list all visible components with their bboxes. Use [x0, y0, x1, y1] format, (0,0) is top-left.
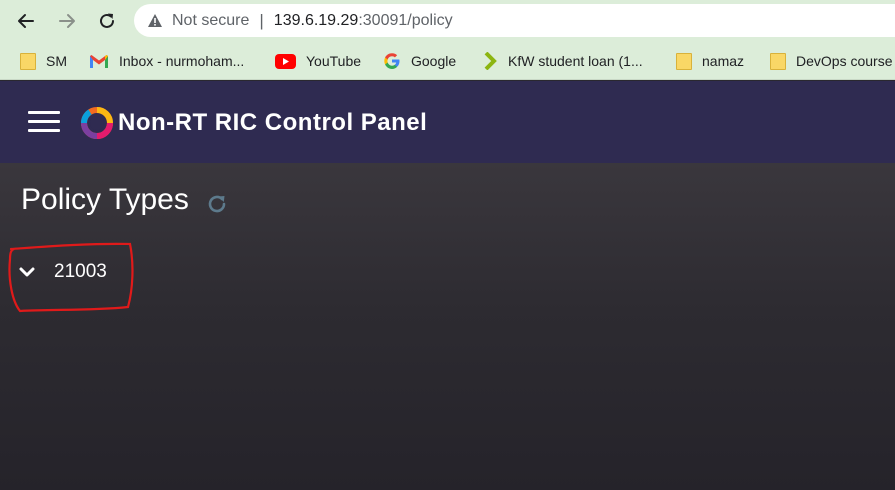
menu-bar-line	[28, 111, 60, 114]
policy-type-id: 21003	[54, 261, 107, 282]
browser-toolbar: Not secure | 139.6.19.29:30091/policy	[0, 0, 895, 42]
app-title: Non-RT RIC Control Panel	[118, 109, 428, 136]
warning-icon[interactable]	[147, 13, 163, 28]
reload-button[interactable]	[93, 7, 121, 35]
arrow-right-icon	[59, 14, 75, 28]
folder-icon	[770, 52, 786, 70]
bookmark-sm[interactable]: SM	[20, 42, 67, 80]
app-header: Non-RT RIC Control Panel	[0, 81, 895, 163]
menu-bar-line	[28, 120, 60, 123]
bookmark-namaz[interactable]: namaz	[676, 42, 744, 80]
policy-type-row[interactable]: 21003	[14, 255, 134, 289]
refresh-icon	[208, 195, 226, 213]
url-host: 139.6.19.29	[273, 11, 359, 29]
gmail-icon	[89, 54, 109, 69]
app-logo-icon	[80, 107, 113, 139]
bookmark-label: DevOps course	[796, 53, 893, 69]
refresh-button[interactable]	[205, 192, 229, 216]
address-separator: |	[259, 10, 264, 30]
bookmark-label: namaz	[702, 53, 745, 69]
bookmark-inbox[interactable]: Inbox - nurmoham...	[89, 42, 244, 80]
bookmark-label: Inbox - nurmoham...	[119, 53, 245, 69]
menu-button[interactable]	[28, 111, 60, 133]
bookmark-label: YouTube	[306, 53, 362, 69]
google-icon	[383, 52, 401, 70]
youtube-icon	[275, 53, 296, 69]
chevron-down-icon[interactable]	[14, 262, 40, 282]
bookmark-label: Google	[411, 53, 457, 69]
reload-icon	[100, 13, 114, 28]
arrow-left-icon	[18, 14, 34, 28]
bookmark-kfw[interactable]: KfW student loan (1...	[484, 42, 643, 80]
bookmark-youtube[interactable]: YouTube	[275, 42, 361, 80]
menu-bar-line	[28, 129, 60, 132]
forward-button[interactable]	[53, 7, 81, 35]
address-bar[interactable]: Not secure | 139.6.19.29:30091/policy	[134, 4, 895, 37]
back-button[interactable]	[12, 7, 40, 35]
security-status[interactable]: Not secure	[172, 12, 249, 30]
folder-icon	[676, 52, 692, 70]
page-title: Policy Types	[21, 183, 189, 216]
bookmark-google[interactable]: Google	[383, 42, 456, 80]
url-path: :30091/policy	[358, 11, 453, 29]
bookmark-label: KfW student loan (1...	[508, 53, 643, 69]
folder-icon	[20, 52, 36, 70]
main-content: Policy Types 21003	[0, 163, 895, 490]
bookmarks-bar: SM Inbox - nurmoham... YouTube Google Kf…	[0, 42, 895, 80]
bookmark-label: SM	[46, 53, 67, 69]
bookmark-devops[interactable]: DevOps course	[770, 42, 892, 80]
kfw-icon	[484, 52, 498, 70]
